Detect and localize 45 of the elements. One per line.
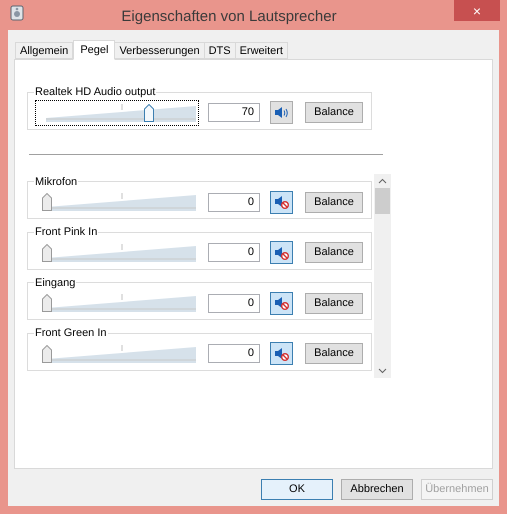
scroll-up-icon[interactable] xyxy=(378,178,387,184)
scroll-down-icon[interactable] xyxy=(378,368,387,374)
muted-speaker-icon xyxy=(274,246,289,260)
tab[interactable]: Verbesserungen xyxy=(114,42,205,59)
slider-thumb[interactable] xyxy=(42,244,52,262)
volume-field[interactable]: 0 xyxy=(208,243,260,262)
channel-name: Eingang xyxy=(34,276,76,290)
mute-button[interactable] xyxy=(270,190,293,214)
channel-name: Mikrofon xyxy=(34,174,78,190)
balance-button[interactable]: Balance xyxy=(305,242,363,263)
tab[interactable]: Allgemein xyxy=(15,42,74,59)
volume-field[interactable]: 70 xyxy=(208,103,260,122)
dialog-button[interactable]: OK xyxy=(261,479,333,500)
volume-field[interactable]: 0 xyxy=(208,192,260,212)
mute-button[interactable] xyxy=(270,101,293,124)
speaker-icon xyxy=(274,106,289,120)
muted-speaker-icon xyxy=(274,346,289,360)
channel-name: Realtek HD Audio output xyxy=(34,85,156,100)
mute-button[interactable] xyxy=(270,241,293,264)
tab[interactable]: Erweitert xyxy=(234,42,288,59)
speaker-app-icon xyxy=(10,5,24,21)
muted-speaker-icon xyxy=(274,296,289,310)
slider-thumb[interactable] xyxy=(144,104,154,122)
muted-speaker-icon xyxy=(274,195,289,209)
mute-button[interactable] xyxy=(270,342,293,365)
scroll-thumb[interactable] xyxy=(375,188,390,214)
tab[interactable]: Pegel xyxy=(73,40,116,60)
slider-thumb[interactable] xyxy=(42,344,52,362)
volume-field[interactable]: 0 xyxy=(208,344,260,363)
channel-name: Front Pink In xyxy=(34,225,98,240)
scrollbar[interactable] xyxy=(374,174,391,378)
balance-button[interactable]: Balance xyxy=(305,292,363,314)
channel-name: Front Green In xyxy=(34,326,108,341)
slider-thumb[interactable] xyxy=(42,294,52,312)
balance-button[interactable]: Balance xyxy=(305,192,363,212)
volume-field[interactable]: 0 xyxy=(208,294,260,312)
tab[interactable]: DTS xyxy=(204,42,236,59)
volume-slider[interactable] xyxy=(36,100,198,124)
window-title: Eigenschaften von Lautsprecher xyxy=(120,7,338,27)
slider-thumb[interactable] xyxy=(42,193,52,211)
balance-button[interactable]: Balance xyxy=(305,343,363,364)
close-button[interactable]: × xyxy=(454,0,500,21)
balance-button[interactable]: Balance xyxy=(305,102,363,123)
dialog-button[interactable]: Abbrechen xyxy=(341,479,413,500)
mute-button[interactable] xyxy=(270,292,293,314)
